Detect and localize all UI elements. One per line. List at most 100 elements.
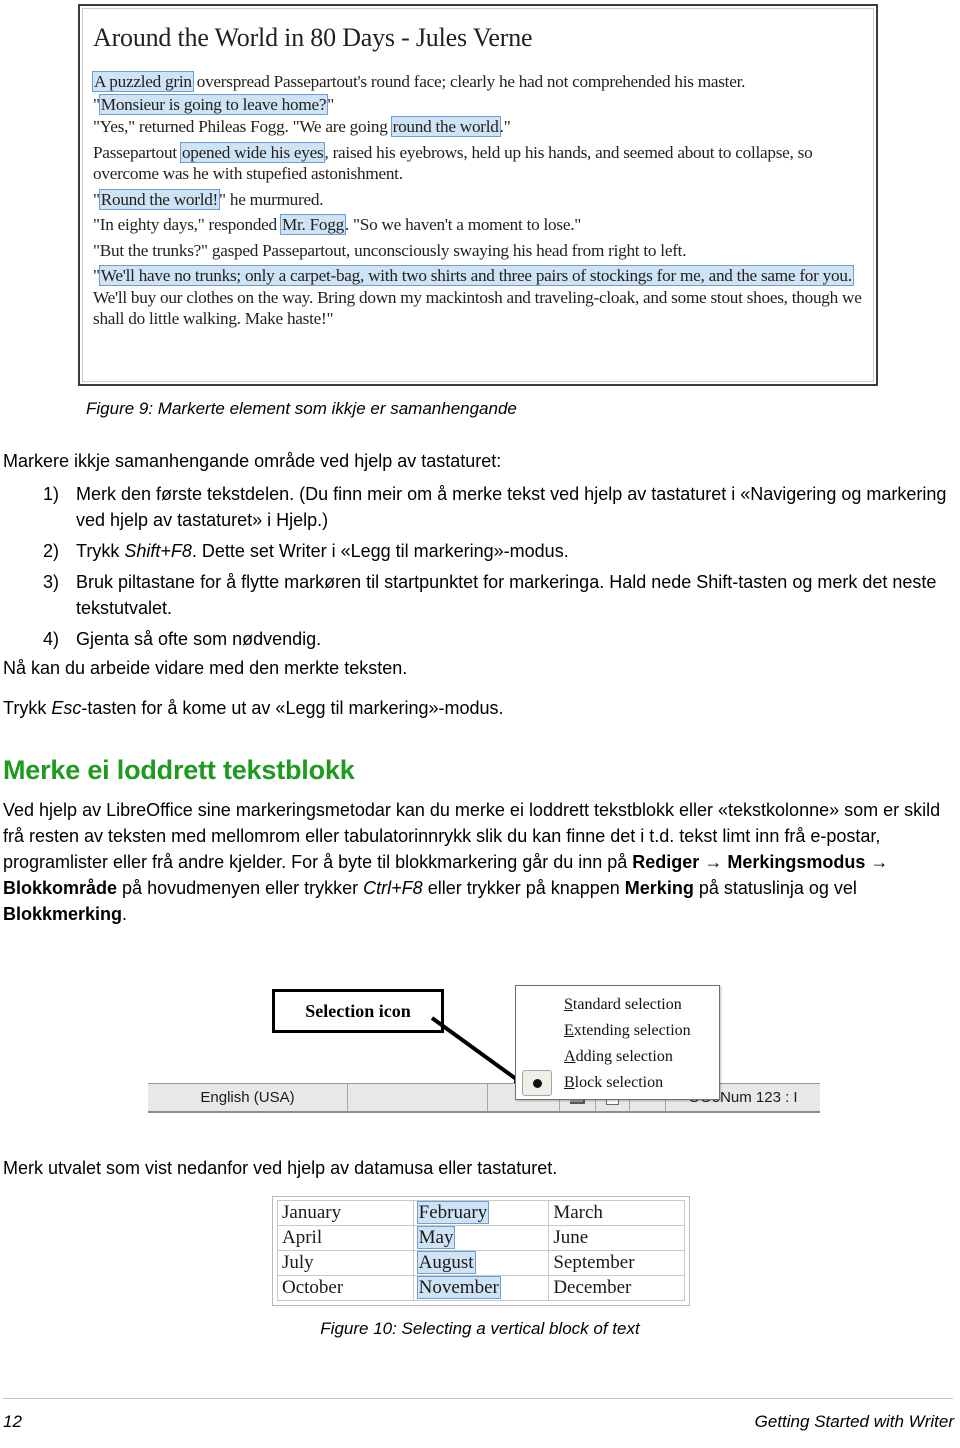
emphasis-italic: Esc: [51, 698, 82, 718]
section-heading: Merke ei loddrett tekstblokk: [3, 755, 355, 785]
status-bar-language-label: English (USA): [200, 1089, 295, 1106]
highlighted-selection: We'll have no trunks; only a carpet-bag,…: [99, 266, 853, 285]
months-table-row: October November December: [277, 1275, 685, 1301]
cell-text: October: [282, 1277, 344, 1298]
months-table: January February March April May June July Augu…: [277, 1200, 685, 1301]
highlighted-cell-text: May: [417, 1227, 455, 1248]
months-table-cell[interactable]: April: [277, 1225, 414, 1251]
selection-mode-dropdown-menu[interactable]: Standard selection Extending selection Add…: [515, 985, 720, 1100]
figure-9-paragraph-list: A puzzled grin overspread Passepartout's…: [91, 71, 865, 330]
months-table-cell[interactable]: March: [548, 1200, 685, 1226]
highlighted-selection: Mr. Fogg: [280, 215, 345, 234]
figure-9-document-title: Around the World in 80 Days - Jules Vern…: [93, 23, 533, 52]
months-table-cell[interactable]: May: [412, 1225, 550, 1251]
months-table-row: April May June: [277, 1225, 685, 1251]
highlighted-selection: opened wide his eyes: [180, 142, 325, 162]
months-table-cell[interactable]: December: [548, 1275, 685, 1301]
emphasis-italic: Ctrl+F8: [363, 878, 423, 898]
figure-9-paragraph: "But the trunks?" gasped Passepartout, u…: [93, 240, 865, 262]
step-list-item: 3) Bruk piltastane for å flytte markøren …: [43, 569, 953, 621]
cell-text: September: [553, 1252, 635, 1273]
dropdown-menu-item[interactable]: Adding selection: [516, 1044, 719, 1070]
text-run: →: [865, 852, 889, 872]
selection-icon-callout-label: Selection icon: [305, 1000, 411, 1021]
text-run: Trykk: [76, 541, 125, 561]
months-table-figure: January February March April May June July Augu…: [272, 1196, 690, 1306]
step-number: 1): [43, 484, 60, 504]
figure-9-document-canvas: Around the World in 80 Days - Jules Vern…: [82, 8, 874, 382]
menu-item-mnemonic: E: [564, 1022, 574, 1039]
step-list-item: 2) Trykk Shift+F8. Dette set Writer i «Le…: [43, 538, 953, 564]
months-table-cell[interactable]: January: [277, 1200, 414, 1226]
emphasis-italic: Shift+F8: [124, 541, 192, 561]
months-table-cell[interactable]: February: [412, 1200, 550, 1226]
dropdown-menu-item[interactable]: Standard selection: [516, 992, 719, 1018]
cell-text: April: [282, 1227, 323, 1248]
months-table-row: January February March: [277, 1200, 685, 1226]
figure-9-paragraph: "We'll have no trunks; only a carpet-bag…: [93, 265, 865, 330]
figure-9-paragraph: Passepartout opened wide his eyes, raise…: [93, 142, 865, 185]
status-bar-language[interactable]: English (USA): [148, 1084, 348, 1111]
numbered-step-list: 1) Merk den første tekstdelen. (Du finn m…: [3, 481, 953, 657]
emphasis-bold: Merking: [624, 878, 694, 898]
menu-item-label: xtending selection: [573, 1022, 691, 1039]
footer-book-title: Getting Started with Writer: [754, 1412, 954, 1431]
emphasis-bold: Rediger: [632, 852, 700, 872]
plain-run: "Yes," returned Phileas Fogg. "We are go…: [93, 117, 392, 136]
highlighted-selection: Round the world!: [99, 189, 220, 209]
highlighted-selection: A puzzled grin: [93, 72, 193, 91]
selected-radio-button[interactable]: [522, 1070, 552, 1096]
menu-item-label: dding selection: [575, 1048, 673, 1065]
emphasis-bold: Blokkmerking: [3, 904, 123, 924]
months-table-cell[interactable]: August: [412, 1250, 550, 1276]
below-icon-paragraph: Merk utvalet som vist nedanfor ved hjelp…: [3, 1158, 558, 1178]
text-run: eller trykker på knappen: [422, 878, 625, 898]
plain-run: . "So we haven't a moment to lose.": [344, 215, 582, 234]
plain-run: ": [93, 189, 100, 209]
step-list-item: 1) Merk den første tekstdelen. (Du finn m…: [43, 481, 953, 533]
highlighted-selection: Monsieur is going to leave home?: [99, 94, 328, 114]
plain-run: "In eighty days," responded: [93, 215, 281, 234]
cell-text: January: [282, 1202, 342, 1223]
menu-item-label: lock selection: [574, 1074, 664, 1091]
plain-run: .": [499, 117, 511, 136]
text-run: →: [699, 852, 728, 872]
highlighted-cell-text: November: [417, 1277, 500, 1298]
text-run: Gjenta så ofte som nødvendig.: [76, 629, 322, 649]
plain-run: " he murmured.: [219, 189, 324, 209]
cell-text: March: [553, 1202, 603, 1223]
dropdown-menu-item[interactable]: Extending selection: [516, 1018, 719, 1044]
menu-item-mnemonic: S: [564, 996, 573, 1013]
figure-9-paragraph: "Yes," returned Phileas Fogg. "We are go…: [93, 116, 865, 138]
months-table-row: July August September: [277, 1250, 685, 1276]
highlighted-cell-text: August: [417, 1252, 475, 1273]
step-number: 2): [43, 541, 60, 561]
emphasis-bold: Blokkområde: [3, 878, 118, 898]
months-table-cell[interactable]: October: [277, 1275, 414, 1301]
text-run: -tasten for å kome ut av «Legg til marke…: [81, 698, 504, 718]
step-list-item: 4) Gjenta så ofte som nødvendig.: [43, 626, 953, 652]
figure-9-paragraph: "Monsieur is going to leave home?": [93, 94, 865, 116]
highlighted-selection: round the world: [391, 117, 500, 136]
plain-run: Passepartout: [93, 142, 181, 162]
emphasis-bold: Merkingsmodus: [727, 852, 866, 872]
menu-item-label: tandard selection: [572, 996, 682, 1013]
selection-icon-figure: Selection icon English (USA) OOoNum 123 …: [140, 975, 830, 1135]
step-number: 4): [43, 629, 60, 649]
text-run: Trykk: [3, 698, 52, 718]
footer-divider: [3, 1398, 953, 1399]
cell-text: December: [553, 1277, 632, 1298]
text-run: .: [122, 904, 128, 924]
section-body-paragraph: Ved hjelp av LibreOffice sine markerings…: [3, 797, 953, 927]
plain-run: "But the trunks?" gasped Passepartout, u…: [93, 240, 687, 260]
months-table-cell[interactable]: June: [548, 1225, 685, 1251]
figure-9-writer-window: Around the World in 80 Days - Jules Vern…: [78, 4, 878, 386]
months-table-cell[interactable]: November: [412, 1275, 550, 1301]
menu-item-mnemonic: B: [564, 1074, 575, 1091]
months-table-cell[interactable]: September: [548, 1250, 685, 1276]
plain-run: We'll buy our clothes on the way. Bring …: [93, 287, 862, 329]
figure-9-paragraph: "Round the world!" he murmured.: [93, 189, 865, 211]
months-table-cell[interactable]: July: [277, 1250, 414, 1276]
plain-run: ": [93, 266, 100, 285]
status-bar-blank-segment-1: [348, 1084, 488, 1111]
